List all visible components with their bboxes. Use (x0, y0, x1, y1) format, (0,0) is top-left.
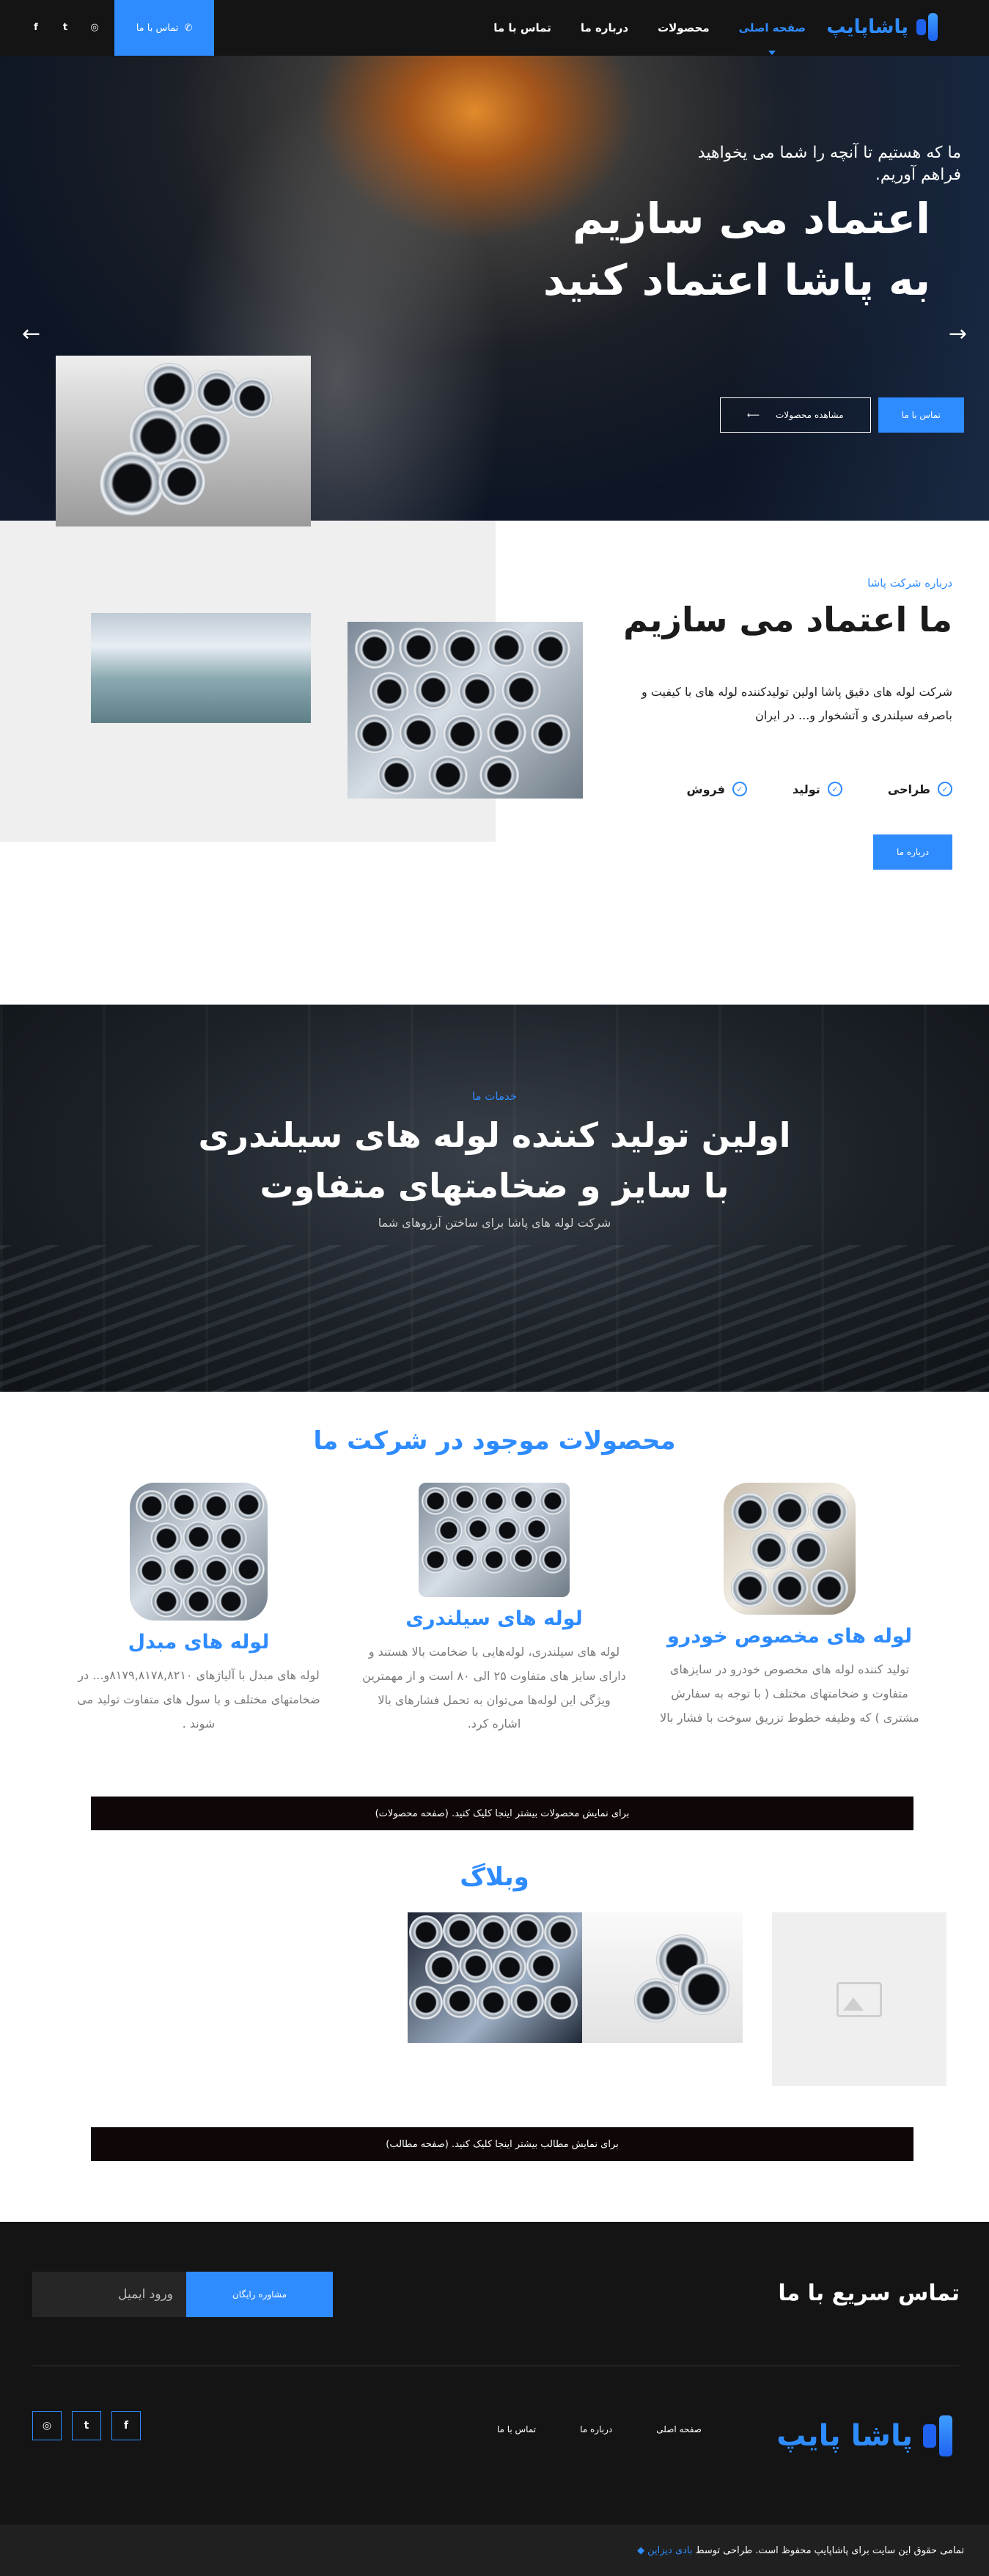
product-description: لوله های مبدل با آلیاژهای ۸۱۷۹,۸۱۷۸,۸۲۱۰… (77, 1668, 320, 1731)
logo-mark-icon (920, 2415, 952, 2456)
phone-icon: ✆ (184, 22, 193, 34)
site-footer: تماس سریع با ما ورود ایمیل مشاوره رایگان… (0, 2222, 989, 2525)
feature-sales: ✓ فروش (686, 782, 747, 796)
facebook-icon[interactable]: f (28, 19, 44, 35)
product-name: لوله های مبدل (128, 1631, 270, 1654)
services-section: خدمات ما اولین تولید کننده لوله های سیلن… (0, 1005, 989, 1392)
site-header: پاشاپایپ صفحه اصلی محصولات درباره ما تما… (0, 0, 989, 56)
feature-design: ✓ طراحی (888, 782, 952, 796)
product-name: لوله های سیلندری (405, 1607, 583, 1630)
copyright-text: تمامی حقوق این سایت برای پاشاپایپ محفوظ … (695, 2544, 964, 2556)
check-icon: ✓ (938, 782, 952, 796)
footer-nav: صفحه اصلی درباره ما تماس با ما (497, 2424, 702, 2434)
header-contact-button[interactable]: ✆ تماس با ما (114, 0, 214, 56)
footer-nav-contact[interactable]: تماس با ما (497, 2424, 536, 2434)
blog-card[interactable] (568, 1912, 743, 2043)
instagram-icon[interactable]: ◎ (32, 2411, 62, 2440)
about-features: ✓ طراحی ✓ تولید ✓ فروش (686, 782, 952, 796)
about-button[interactable]: درباره ما (873, 834, 952, 870)
product-card[interactable]: لوله های مخصوص خودرو تولید کننده لوله ها… (650, 1483, 929, 1730)
slider-prev-arrow-icon[interactable]: ← (22, 321, 40, 347)
feature-label: تولید (792, 782, 820, 796)
logo-mark-icon (916, 13, 938, 41)
product-description: لوله های سیلندری، لوله‌هایی با ضخامت بال… (362, 1645, 626, 1731)
site-logo[interactable]: پاشاپایپ (826, 13, 938, 41)
hero-pipes-image (56, 356, 311, 526)
nav-products[interactable]: محصولات (658, 21, 710, 34)
services-kicker: خدمات ما (471, 1090, 518, 1103)
feature-label: فروش (686, 782, 725, 796)
footer-social: f t ◎ (32, 2411, 141, 2440)
about-stock-image (91, 613, 311, 723)
nav-home[interactable]: صفحه اصلی (739, 21, 806, 55)
nav-about[interactable]: درباره ما (581, 21, 628, 34)
diamond-icon: ◆ (637, 2544, 645, 2556)
copyright-bar: تمامی حقوق این سایت برای پاشاپایپ محفوظ … (0, 2525, 989, 2576)
product-name: لوله های مخصوص خودرو (667, 1625, 912, 1648)
hero-title: اعتماد می سازیم به پاشا اعتماد کنید (543, 188, 930, 311)
hero-contact-button[interactable]: تماس با ما (878, 397, 964, 433)
hero-title-line-1: اعتماد می سازیم (572, 194, 930, 243)
about-section: درباره شرکت پاشا ما اعتماد می سازیم شرکت… (0, 521, 989, 984)
facebook-icon[interactable]: f (111, 2411, 141, 2440)
check-icon: ✓ (732, 782, 747, 796)
hero-products-label: مشاهده محصولات (776, 410, 844, 420)
product-description: تولید کننده لوله های مخصوص خودرو در سایز… (660, 1662, 919, 1725)
services-title-line-2: با سایز و ضخامتهای متفاوت (260, 1166, 729, 1206)
footer-logo[interactable]: پاشا پایپ (776, 2415, 952, 2456)
products-title: محصولات موجود در شرکت ما (313, 1426, 676, 1456)
about-title: ما اعتماد می سازیم (623, 600, 952, 639)
factory-floor (0, 1245, 989, 1392)
about-text: شرکت لوله های دقیق پاشا اولین تولیدکننده… (641, 685, 952, 722)
check-icon: ✓ (827, 782, 842, 796)
footer-nav-home[interactable]: صفحه اصلی (656, 2424, 702, 2434)
feature-production: ✓ تولید (793, 782, 842, 796)
blog-title: وبلاگ (460, 1863, 529, 1892)
footer-logo-text: پاشا پایپ (776, 2419, 913, 2453)
hero-title-line-2: به پاشا اعتماد کنید (543, 255, 930, 306)
twitter-icon[interactable]: t (57, 19, 73, 35)
consult-button[interactable]: مشاوره رایگان (186, 2272, 333, 2317)
services-subtitle: شرکت لوله های پاشا برای ساختن آرزوهای شم… (378, 1216, 611, 1230)
header-social: ◎ t f (28, 19, 103, 35)
quick-contact-form: ورود ایمیل مشاوره رایگان (32, 2272, 333, 2317)
hero-subtitle: ما که هستیم تا آنچه را شما می یخواهید فر… (697, 144, 961, 184)
logo-text: پاشاپایپ (826, 16, 908, 38)
hero-buttons: تماس با ما مشاهده محصولات ⟵ (719, 397, 964, 433)
services-title: اولین تولید کننده لوله های سیلندری با سا… (0, 1110, 989, 1211)
more-products-banner[interactable]: برای نمایش محصولات بیشتر اینجا کلیک کنید… (91, 1797, 913, 1830)
email-field[interactable]: ورود ایمیل (32, 2272, 186, 2317)
main-nav: صفحه اصلی محصولات درباره ما تماس با ما (493, 0, 806, 56)
hero-products-button[interactable]: مشاهده محصولات ⟵ (719, 397, 871, 433)
services-title-line-1: اولین تولید کننده لوله های سیلندری (198, 1115, 791, 1155)
product-card[interactable]: لوله های سیلندری لوله های سیلندری، لوله‌… (355, 1483, 633, 1736)
about-pipes-image (348, 622, 583, 799)
twitter-icon[interactable]: t (72, 2411, 101, 2440)
more-posts-banner[interactable]: برای نمایش مطالب بیشتر اینجا کلیک کنید. … (91, 2127, 913, 2161)
header-contact-label: تماس با ما (136, 22, 179, 34)
arrow-left-icon: ⟵ (746, 410, 760, 420)
product-image (130, 1483, 268, 1621)
quick-contact-title: تماس سریع با ما (778, 2280, 960, 2306)
blog-card[interactable] (772, 1912, 946, 2086)
nav-contact[interactable]: تماس با ما (493, 21, 551, 34)
product-image (419, 1483, 570, 1597)
product-image (724, 1483, 856, 1615)
designer-link[interactable]: بادی دیزاین (647, 2545, 692, 2556)
instagram-icon[interactable]: ◎ (87, 19, 103, 35)
footer-nav-about[interactable]: درباره ما (580, 2424, 612, 2434)
blog-card[interactable] (408, 1912, 582, 2043)
feature-label: طراحی (887, 782, 930, 796)
image-placeholder-icon (837, 1981, 882, 2017)
product-card[interactable]: لوله های مبدل لوله های مبدل با آلیاژهای … (59, 1483, 338, 1736)
slider-next-arrow-icon[interactable]: → (949, 321, 967, 347)
about-kicker: درباره شرکت پاشا (867, 576, 952, 590)
